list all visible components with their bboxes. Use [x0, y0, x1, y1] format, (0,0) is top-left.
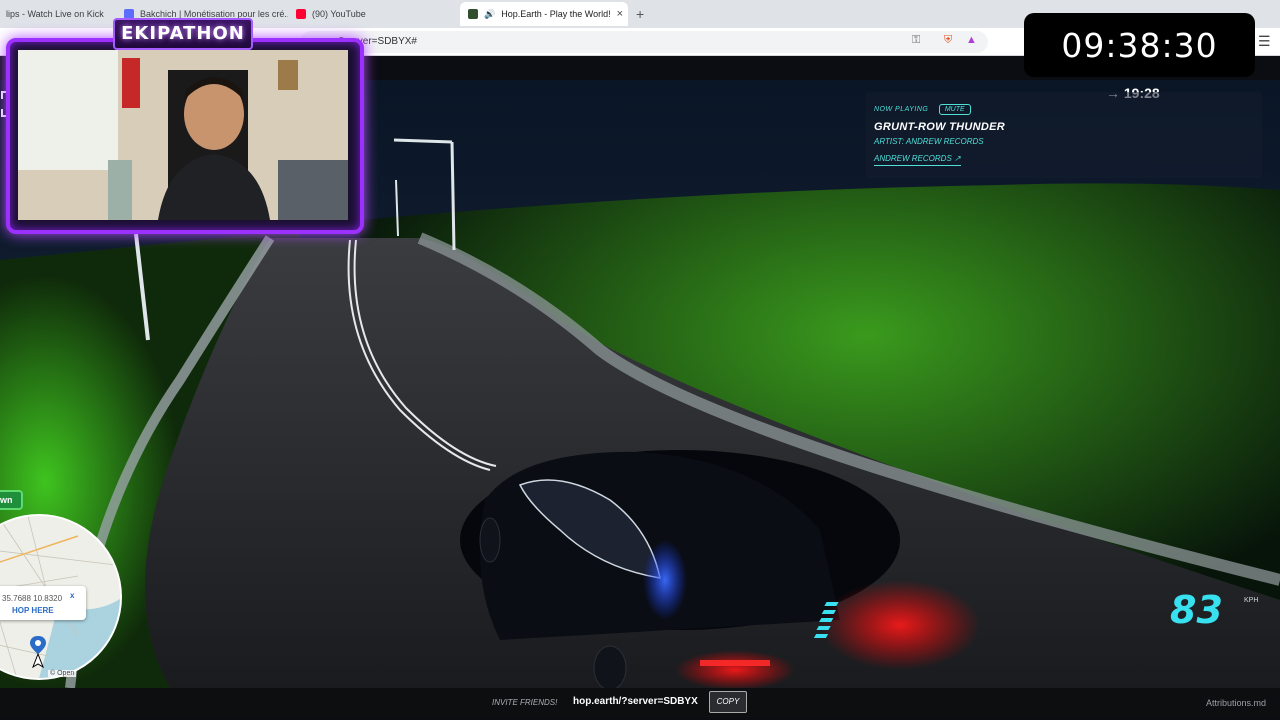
close-tab-icon[interactable]: × — [617, 8, 623, 20]
tab-hop-earth[interactable]: 🔊 Hop.Earth - Play the World! × — [460, 2, 628, 26]
tab-title: lips - Watch Live on Kick — [6, 9, 104, 19]
speedometer-value: 83 — [1170, 588, 1223, 632]
close-popup-icon[interactable]: x — [70, 591, 74, 600]
stream-timer: 09:38:30 — [1024, 13, 1255, 77]
brave-rewards-icon[interactable]: ▲ — [966, 34, 977, 46]
minimap-popup: 35.7688 10.8320 HOP HERE x — [0, 586, 86, 620]
track-title: GRUNT-ROW THUNDER — [874, 121, 1005, 133]
key-icon[interactable]: ⚿ — [912, 34, 920, 47]
tab-title: (90) YouTube — [312, 9, 366, 19]
tab-title: Hop.Earth - Play the World! — [501, 9, 611, 19]
status-tag[interactable]: wn — [0, 490, 23, 510]
webcam-feed — [18, 50, 348, 220]
now-playing-panel: NOW PLAYING MUTE GRUNT-ROW THUNDER ARTIS… — [866, 92, 1262, 178]
hop-earth-favicon-icon — [468, 9, 478, 19]
server-url: hop.earth/?server=SDBYX — [573, 696, 698, 707]
map-marker-icon[interactable] — [28, 634, 48, 668]
now-playing-label: NOW PLAYING — [874, 106, 929, 113]
map-attribution[interactable]: © Open — [48, 670, 77, 677]
address-bar[interactable]: ...?server=SDBYX# — [300, 31, 988, 53]
webcam-image — [18, 50, 348, 220]
overlay-logo: EKIPATHON — [113, 18, 253, 50]
speedometer-unit: KPH — [1244, 597, 1259, 604]
copy-button[interactable]: COPY — [709, 691, 747, 713]
attributions-link[interactable]: Attributions.md — [1206, 698, 1266, 708]
hop-here-button[interactable]: HOP HERE — [12, 606, 54, 615]
tab-youtube[interactable]: (90) YouTube — [288, 2, 458, 26]
youtube-favicon-icon — [296, 9, 306, 19]
tab-kick[interactable]: lips - Watch Live on Kick — [0, 2, 110, 26]
brave-shield-icon[interactable]: ⛨ — [944, 34, 952, 47]
new-tab-button[interactable]: + — [636, 6, 644, 22]
menu-icon[interactable]: ☰ — [1258, 33, 1271, 50]
artist-link[interactable]: ANDREW RECORDS ↗ — [874, 154, 961, 166]
mute-button[interactable]: MUTE — [938, 104, 971, 115]
track-artist: ARTIST: ANDREW RECORDS — [874, 137, 984, 146]
speaker-icon: 🔊 — [484, 8, 496, 19]
invite-label: INVITE FRIENDS! — [492, 698, 558, 707]
bottom-bar: INVITE FRIENDS! hop.earth/?server=SDBYX … — [0, 688, 1280, 718]
minimap-coords: 35.7688 10.8320 — [2, 594, 63, 603]
